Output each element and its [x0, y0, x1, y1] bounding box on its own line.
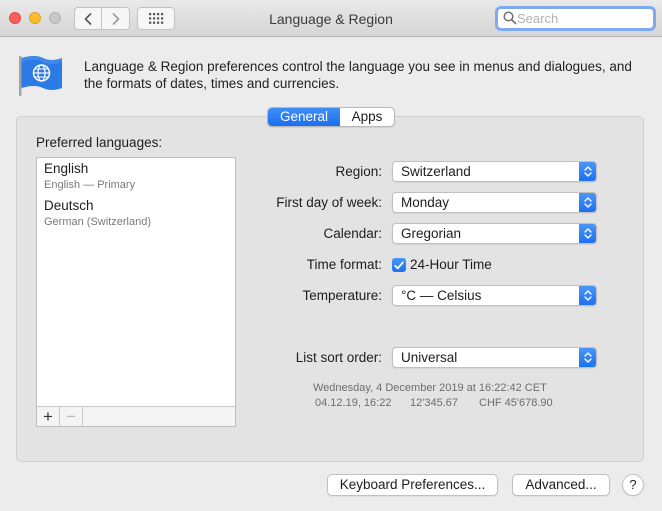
tab-general[interactable]: General — [268, 108, 340, 126]
language-name: Deutsch — [44, 198, 94, 213]
first-day-popup[interactable]: Monday — [392, 192, 597, 213]
help-button[interactable]: ? — [622, 474, 644, 496]
tab-bar: General Apps — [267, 107, 395, 127]
sample-long-date: Wednesday, 4 December 2019 at 16:22:42 C… — [313, 382, 547, 394]
sample-short-date: 04.12.19, 16:22 — [315, 397, 392, 409]
temperature-popup[interactable]: °C — Celsius — [392, 285, 597, 306]
sort-order-label: List sort order: — [295, 350, 382, 365]
language-detail: German (Switzerland) — [44, 216, 151, 228]
region-label: Region: — [335, 164, 382, 179]
calendar-label: Calendar: — [323, 226, 382, 241]
remove-language-button[interactable]: − — [60, 407, 83, 426]
first-day-value: Monday — [401, 195, 450, 210]
sort-order-popup[interactable]: Universal — [392, 347, 597, 368]
show-all-button[interactable] — [137, 7, 175, 30]
temperature-value: °C — Celsius — [401, 288, 482, 303]
up-down-chevron-icon — [579, 193, 596, 212]
grid-icon — [149, 13, 164, 24]
preferred-languages-list[interactable]: English English — Primary Deutsch German… — [36, 157, 236, 427]
up-down-chevron-icon — [579, 162, 596, 181]
first-day-label: First day of week: — [276, 195, 382, 210]
header-description: Language & Region preferences control th… — [84, 59, 632, 91]
sort-order-value: Universal — [401, 350, 458, 365]
search-icon — [503, 11, 517, 25]
calendar-value: Gregorian — [401, 226, 462, 241]
checkmark-icon — [394, 261, 404, 269]
region-value: Switzerland — [401, 164, 471, 179]
zoom-window-button[interactable] — [49, 12, 61, 24]
advanced-button[interactable]: Advanced... — [512, 474, 610, 496]
tab-apps[interactable]: Apps — [340, 108, 394, 126]
sample-currency: CHF 45'678.90 — [479, 397, 553, 409]
calendar-popup[interactable]: Gregorian — [392, 223, 597, 244]
language-name: English — [44, 161, 89, 176]
24-hour-label[interactable]: 24-Hour Time — [410, 257, 492, 272]
up-down-chevron-icon — [579, 224, 596, 243]
search-input[interactable] — [517, 9, 652, 28]
temperature-label: Temperature: — [302, 288, 382, 303]
flag-globe-icon — [19, 56, 62, 96]
title-bar: Language & Region — [0, 0, 662, 37]
preferred-languages-label: Preferred languages: — [36, 135, 163, 150]
chevron-left-icon — [84, 12, 92, 25]
list-item[interactable]: English English — Primary — [44, 161, 135, 193]
list-item[interactable]: Deutsch German (Switzerland) — [44, 198, 151, 230]
chevron-right-icon — [112, 12, 119, 25]
24-hour-checkbox[interactable] — [392, 258, 406, 272]
add-language-button[interactable]: + — [37, 407, 60, 426]
search-field[interactable] — [495, 6, 656, 31]
time-format-label: Time format: — [306, 257, 382, 272]
forward-button[interactable] — [102, 7, 130, 30]
minimize-window-button[interactable] — [29, 12, 41, 24]
sample-number: 12'345.67 — [410, 397, 458, 409]
list-footer: + − — [37, 406, 235, 426]
up-down-chevron-icon — [579, 348, 596, 367]
up-down-chevron-icon — [579, 286, 596, 305]
back-button[interactable] — [74, 7, 102, 30]
region-popup[interactable]: Switzerland — [392, 161, 597, 182]
keyboard-preferences-button[interactable]: Keyboard Preferences... — [327, 474, 498, 496]
language-detail: English — Primary — [44, 179, 136, 191]
close-window-button[interactable] — [9, 12, 21, 24]
